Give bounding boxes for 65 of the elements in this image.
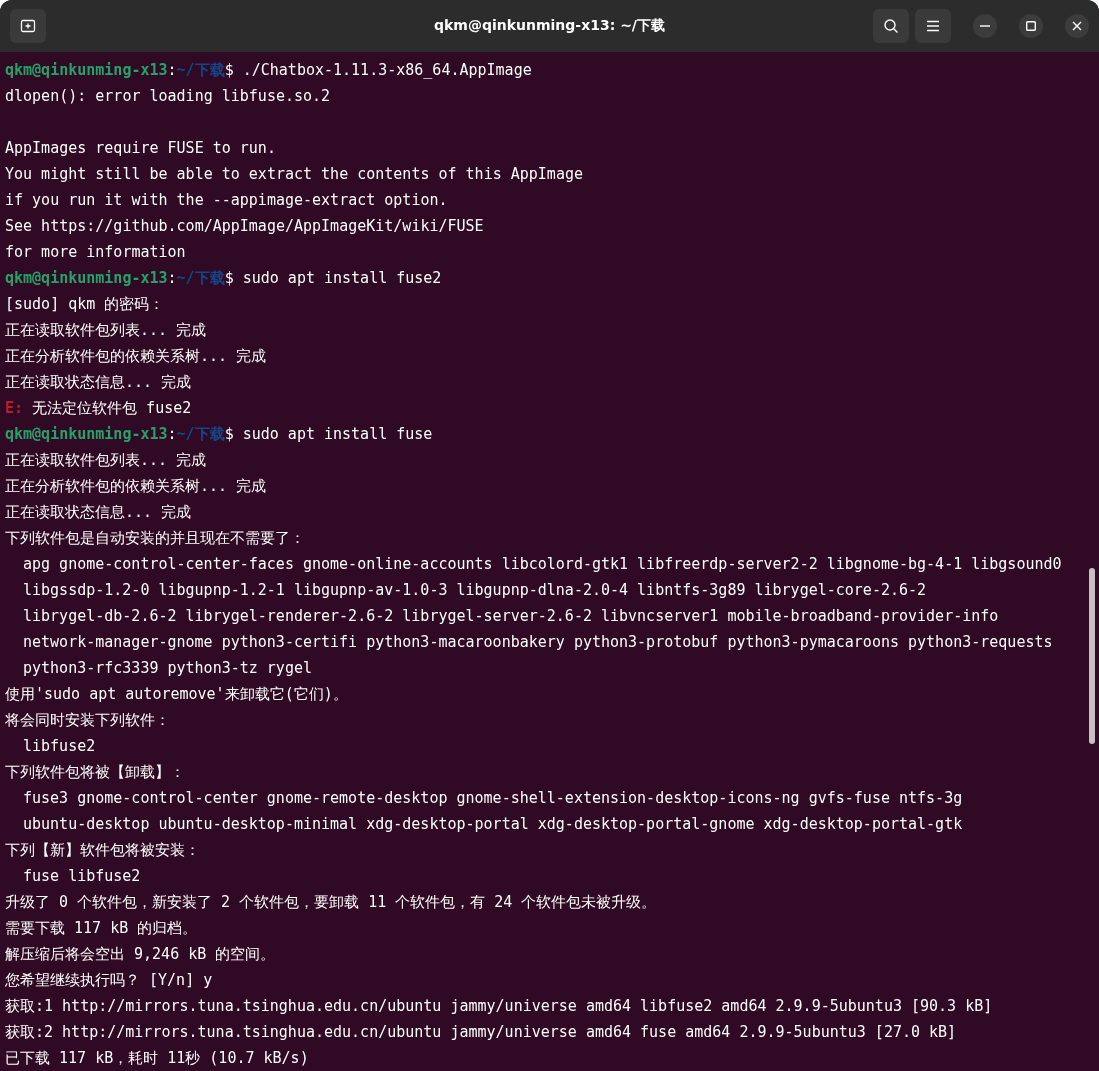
- prompt-path: ~/下载: [176, 269, 225, 287]
- output-line: 升级了 0 个软件包，新安装了 2 个软件包，要卸载 11 个软件包，有 24 个软件包未被升级。: [5, 893, 657, 911]
- output-line: 正在读取软件包列表... 完成: [5, 451, 207, 469]
- package-list-line: ubuntu-desktop ubuntu-desktop-minimal xdg-desktop-portal xdg-desktop-portal-gnome xdg-desktop-portal-gtk: [23, 815, 963, 833]
- output-line: 正在读取状态信息... 完成: [5, 373, 192, 391]
- command-text: sudo apt install fuse2: [241, 269, 442, 287]
- package-list-line: fuse libfuse2: [23, 867, 141, 885]
- prompt-symbol: $: [224, 61, 234, 79]
- prompt-path: ~/下载: [176, 61, 225, 79]
- prompt-user: qkm@qinkunming-x13: [5, 61, 168, 79]
- package-list-line: fuse3 gnome-control-center gnome-remote-desktop gnome-shell-extension-desktop-icons-ng gvfs-fuse ntfs-3g: [23, 789, 963, 807]
- output-line: 正在分析软件包的依赖关系树... 完成: [5, 477, 267, 495]
- prompt-user: qkm@qinkunming-x13: [5, 425, 168, 443]
- error-label: E:: [5, 399, 24, 417]
- command-text: ./Chatbox-1.11.3-x86_64.AppImage: [241, 61, 532, 79]
- output-line: for more information: [5, 243, 186, 261]
- prompt-separator: :: [167, 61, 177, 79]
- minimize-icon: [980, 25, 990, 27]
- new-tab-icon: [20, 18, 36, 34]
- minimize-button[interactable]: [973, 14, 997, 38]
- package-list-line: libgssdp-1.2-0 libgupnp-1.2-1 libgupnp-av-1.0-3 libgupnp-dlna-2.0-4 libntfs-3g89 librygel-core-2.6-2: [23, 581, 927, 599]
- prompt-user: qkm@qinkunming-x13: [5, 269, 168, 287]
- output-line: 正在读取状态信息... 完成: [5, 503, 192, 521]
- output-line: 已下载 117 kB，耗时 11秒 (10.7 kB/s): [5, 1049, 309, 1067]
- search-icon: [883, 18, 899, 34]
- prompt-separator: :: [167, 425, 177, 443]
- output-line: 下列软件包是自动安装的并且现在不需要了：: [5, 529, 305, 547]
- prompt-symbol: $: [224, 269, 234, 287]
- search-button[interactable]: [873, 9, 909, 43]
- output-line: You might still be able to extract the contents of this AppImage: [5, 165, 583, 183]
- maximize-icon: [1026, 21, 1036, 31]
- output-line: 您希望继续执行吗？ [Y/n] y: [5, 971, 213, 989]
- package-list-line: librygel-db-2.6-2 librygel-renderer-2.6-2 librygel-server-2.6-2 libvncserver1 mobile-broadband-provider-info: [23, 607, 999, 625]
- output-line: [sudo] qkm 的密码：: [5, 295, 165, 313]
- maximize-button[interactable]: [1019, 14, 1043, 38]
- scrollbar-thumb[interactable]: [1089, 568, 1095, 744]
- output-line: 正在分析软件包的依赖关系树... 完成: [5, 347, 267, 365]
- output-line: 获取:1 http://mirrors.tuna.tsinghua.edu.cn/ubuntu jammy/universe amd64 libfuse2 amd64 2.9.9-5ubuntu3 [90.3 kB]: [5, 997, 993, 1015]
- package-list-line: python3-rfc3339 python3-tz rygel: [23, 659, 312, 677]
- command-text: sudo apt install fuse: [241, 425, 433, 443]
- menu-icon: [926, 20, 940, 32]
- output-line: 解压缩后将会空出 9,246 kB 的空间。: [5, 945, 276, 963]
- output-line: if you run it with the --appimage-extract option.: [5, 191, 448, 209]
- window-title: qkm@qinkunming-x13: ~/下载: [434, 17, 665, 35]
- output-line: 将会同时安装下列软件：: [5, 711, 170, 729]
- close-button[interactable]: [1065, 14, 1089, 38]
- prompt-path: ~/下载: [176, 425, 225, 443]
- output-line: 需要下载 117 kB 的归档。: [5, 919, 198, 937]
- new-tab-button[interactable]: [10, 9, 46, 43]
- menu-button[interactable]: [915, 9, 951, 43]
- package-list-line: apg gnome-control-center-faces gnome-online-accounts libcolord-gtk1 libfreerdp-server2-2 libgnome-bg-4-1 libgsound0: [23, 555, 1062, 573]
- close-icon: [1072, 21, 1082, 31]
- output-line: 下列【新】软件包将被安装：: [5, 841, 200, 859]
- output-line: See https://github.com/AppImage/AppImageKit/wiki/FUSE: [5, 217, 484, 235]
- output-line: AppImages require FUSE to run.: [5, 139, 276, 157]
- prompt-separator: :: [167, 269, 177, 287]
- package-list-line: network-manager-gnome python3-certifi python3-macaroonbakery python3-protobuf python3-pymacaroons python3-requests: [23, 633, 1053, 651]
- output-line: dlopen(): error loading libfuse.so.2: [5, 87, 331, 105]
- output-line: 使用'sudo apt autoremove'来卸载它(它们)。: [5, 685, 348, 703]
- output-line: 正在读取软件包列表... 完成: [5, 321, 207, 339]
- output-line: 下列软件包将被【卸载】：: [5, 763, 185, 781]
- output-line: 获取:2 http://mirrors.tuna.tsinghua.edu.cn/ubuntu jammy/universe amd64 fuse amd64 2.9.9-5ubuntu3 [27.0 kB]: [5, 1023, 957, 1041]
- package-list-line: libfuse2: [23, 737, 96, 755]
- error-text: 无法定位软件包 fuse2: [31, 399, 192, 417]
- prompt-symbol: $: [224, 425, 234, 443]
